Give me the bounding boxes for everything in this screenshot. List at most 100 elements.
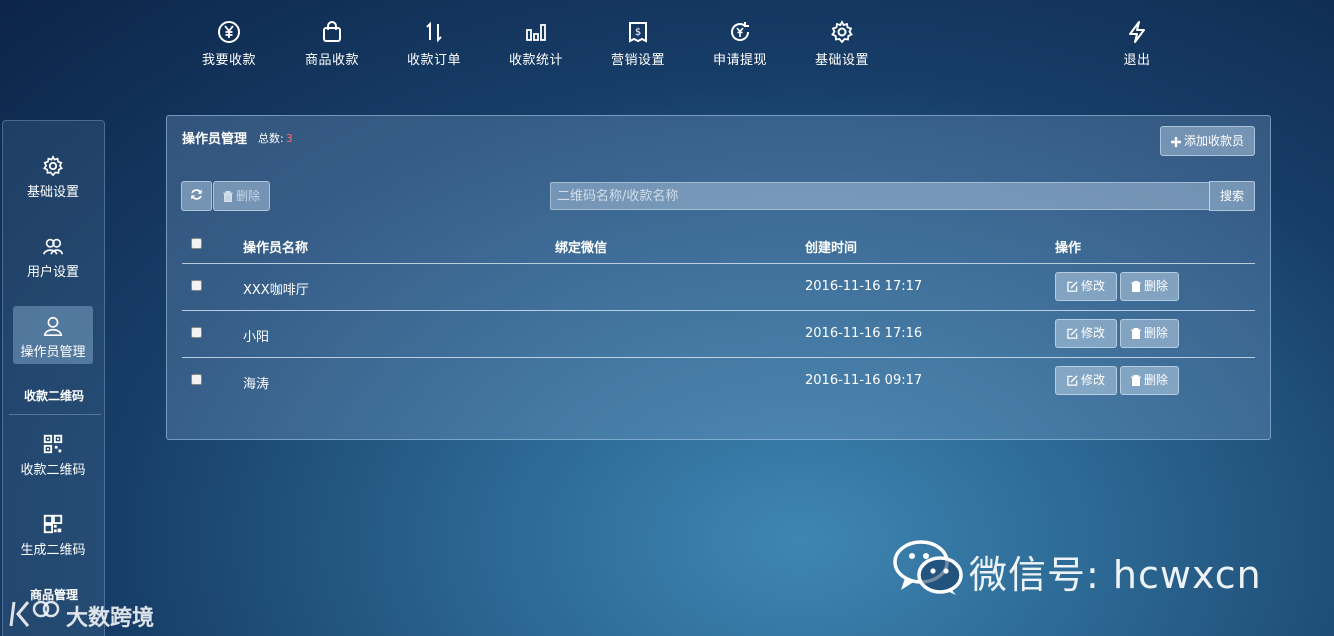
row-checkbox[interactable] (191, 374, 202, 385)
nav-logout[interactable]: 退出 (1097, 20, 1177, 68)
nav-payment-orders[interactable]: 收款订单 (394, 20, 474, 68)
nav-receive-payment[interactable]: 我要收款 (189, 20, 269, 68)
qr-generate-icon (43, 514, 63, 534)
sidebar: 基础设置 用户设置 操作员管理 收款二维码 收款二维码 生成二维码 商品管理 (2, 120, 105, 636)
delete-button[interactable]: 删除 (1120, 272, 1179, 301)
trash-icon (1130, 281, 1141, 292)
search-button[interactable]: 搜索 (1209, 181, 1255, 211)
nav-basic-settings[interactable]: 基础设置 (802, 20, 882, 68)
trash-icon (222, 191, 233, 202)
nav-payment-stats[interactable]: 收款统计 (496, 20, 576, 68)
qr-code-icon (43, 434, 63, 454)
operator-management-panel: 操作员管理 总数:3 添加收款员 删除 搜索 操作员名称 绑定微信 创建时间 操… (166, 115, 1271, 440)
total-count-value: 3 (285, 132, 293, 145)
created-time: 2016-11-16 09:17 (805, 373, 923, 388)
delete-button[interactable]: 删除 (1120, 366, 1179, 395)
wechat-logo-icon (893, 540, 963, 595)
bar-chart-icon (526, 24, 546, 41)
search-input[interactable] (550, 182, 1210, 210)
plus-icon (1170, 137, 1181, 147)
coupon-icon: $ (629, 22, 647, 43)
nav-label: 收款统计 (508, 53, 563, 68)
edit-label: 修改 (1080, 326, 1105, 340)
refresh-button[interactable] (181, 181, 212, 211)
trash-icon (1130, 375, 1141, 386)
operator-name: XXX咖啡厅 (243, 283, 309, 298)
edit-label: 修改 (1080, 279, 1105, 293)
edit-icon (1067, 328, 1078, 339)
brand-text: 大数跨境 (66, 606, 155, 631)
up-down-arrows-icon (426, 21, 442, 43)
column-header-name: 操作员名称 (243, 241, 309, 256)
select-all-checkbox[interactable] (191, 238, 202, 249)
svg-text:$: $ (635, 27, 641, 38)
gear-icon (831, 20, 853, 44)
nav-label: 申请提现 (712, 53, 767, 68)
yen-refresh-icon (731, 22, 750, 41)
shopping-bag-icon (323, 21, 341, 42)
brand-watermark: 大数跨境 (8, 596, 178, 632)
lightning-icon (1129, 21, 1145, 43)
nav-product-payment[interactable]: 商品收款 (292, 20, 372, 68)
sidebar-item-operator-management[interactable]: 操作员管理 (13, 306, 93, 364)
table-divider (182, 357, 1255, 358)
created-time: 2016-11-16 17:16 (805, 326, 923, 341)
edit-button[interactable]: 修改 (1055, 272, 1117, 301)
column-header-actions: 操作 (1055, 241, 1082, 256)
sidebar-item-basic-settings[interactable]: 基础设置 (13, 146, 93, 204)
delete-label: 删除 (1143, 279, 1168, 293)
gear-icon (43, 155, 63, 177)
sidebar-group-title: 收款二维码 (23, 389, 84, 403)
refresh-icon (191, 189, 202, 200)
wechat-id-text: 微信号: hcwxcn (969, 553, 1262, 597)
table-divider (182, 310, 1255, 311)
column-header-created: 创建时间 (805, 241, 858, 256)
edit-button[interactable]: 修改 (1055, 319, 1117, 348)
sidebar-divider (9, 414, 101, 415)
column-header-wechat: 绑定微信 (555, 241, 608, 256)
row-checkbox[interactable] (191, 280, 202, 291)
delete-label: 删除 (1143, 326, 1168, 340)
edit-icon (1067, 281, 1078, 292)
row-checkbox[interactable] (191, 327, 202, 338)
operator-name: 小阳 (243, 330, 270, 345)
nav-marketing-settings[interactable]: $ 营销设置 (598, 20, 678, 68)
sidebar-item-label: 收款二维码 (20, 463, 86, 478)
page-title: 操作员管理 (182, 132, 248, 147)
total-label: 总数: (258, 132, 284, 145)
sidebar-item-user-settings[interactable]: 用户设置 (13, 226, 93, 284)
user-icon (43, 316, 63, 336)
trash-icon (1130, 328, 1141, 339)
sidebar-item-label: 操作员管理 (20, 345, 86, 360)
table-divider (182, 263, 1255, 264)
add-cashier-button[interactable]: 添加收款员 (1160, 126, 1255, 156)
add-cashier-label: 添加收款员 (1183, 134, 1244, 148)
operator-name: 海涛 (243, 377, 270, 392)
edit-icon (1067, 375, 1078, 386)
total-count: 总数: 3 (258, 130, 293, 146)
sidebar-item-payment-qr[interactable]: 收款二维码 (13, 424, 93, 482)
wechat-watermark: 微信号: hcwxcn (893, 538, 1293, 598)
created-time: 2016-11-16 17:17 (805, 279, 923, 294)
nav-label: 商品收款 (304, 53, 359, 68)
nav-label: 我要收款 (201, 53, 256, 68)
sidebar-item-generate-qr[interactable]: 生成二维码 (13, 504, 93, 562)
brand-logo-icon (9, 600, 60, 627)
users-icon (43, 238, 63, 255)
nav-label: 基础设置 (814, 53, 869, 68)
nav-withdraw[interactable]: 申请提现 (700, 20, 780, 68)
sidebar-item-label: 生成二维码 (20, 543, 86, 558)
bulk-delete-label: 删除 (235, 189, 260, 203)
sidebar-item-label: 用户设置 (26, 265, 79, 280)
edit-button[interactable]: 修改 (1055, 366, 1117, 395)
nav-label: 退出 (1123, 53, 1151, 68)
top-nav: 我要收款 商品收款 收款订单 收款统计 $ 营销设置 申请提现 基础设置 退出 (0, 0, 1334, 80)
edit-label: 修改 (1080, 373, 1105, 387)
delete-button[interactable]: 删除 (1120, 319, 1179, 348)
yen-circle-icon (218, 21, 240, 43)
nav-label: 营销设置 (610, 53, 665, 68)
nav-label: 收款订单 (406, 53, 461, 68)
delete-label: 删除 (1143, 373, 1168, 387)
sidebar-item-label: 基础设置 (26, 185, 79, 200)
bulk-delete-button[interactable]: 删除 (213, 181, 270, 211)
